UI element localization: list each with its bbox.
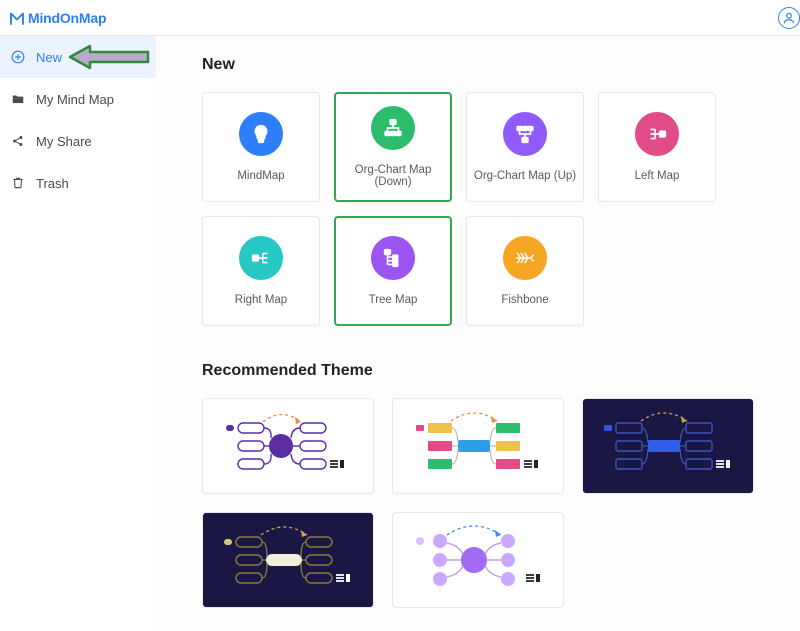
template-label: Left Map <box>635 170 680 182</box>
theme-lilac-light[interactable] <box>392 512 564 608</box>
template-tree-map[interactable]: Tree Map <box>334 216 452 326</box>
theme-preview-icon <box>398 517 558 603</box>
lightbulb-icon <box>239 112 283 156</box>
main-wrap: New My Mind Map My Share Trash <box>0 36 800 631</box>
template-right-map[interactable]: Right Map <box>202 216 320 326</box>
sidebar-item-label: Trash <box>36 176 69 191</box>
tree-map-icon <box>371 236 415 280</box>
profile-avatar[interactable] <box>778 7 800 29</box>
sidebar: New My Mind Map My Share Trash <box>0 36 156 631</box>
plus-circle-icon <box>10 50 26 64</box>
template-label: Fishbone <box>501 294 548 306</box>
left-map-icon <box>635 112 679 156</box>
theme-preview-icon <box>588 403 748 489</box>
user-icon <box>782 11 796 25</box>
theme-preview-icon <box>398 403 558 489</box>
sidebar-item-label: New <box>36 50 62 65</box>
sidebar-item-my-share[interactable]: My Share <box>0 120 156 162</box>
template-label: MindMap <box>237 170 284 182</box>
theme-purple-light[interactable] <box>202 398 374 494</box>
template-left-map[interactable]: Left Map <box>598 92 716 202</box>
theme-preview-icon <box>208 403 368 489</box>
template-mindmap[interactable]: MindMap <box>202 92 320 202</box>
section-title-new: New <box>202 56 800 74</box>
theme-gallery <box>202 398 800 608</box>
fishbone-icon <box>503 236 547 280</box>
template-fishbone[interactable]: Fishbone <box>466 216 584 326</box>
template-label: Tree Map <box>369 294 418 306</box>
sidebar-item-new[interactable]: New <box>0 36 156 78</box>
template-label: Right Map <box>235 294 287 306</box>
theme-navy-dark-2[interactable] <box>202 512 374 608</box>
app-logo[interactable]: MindOnMap <box>8 9 106 27</box>
section-title-theme: Recommended Theme <box>202 362 800 380</box>
logo-mark-icon <box>8 9 26 27</box>
org-down-icon <box>371 106 415 150</box>
folder-icon <box>10 92 26 106</box>
org-up-icon <box>503 112 547 156</box>
trash-icon <box>10 176 26 190</box>
template-org-chart-up[interactable]: Org-Chart Map (Up) <box>466 92 584 202</box>
share-icon <box>10 134 26 148</box>
app-name: MindOnMap <box>28 10 106 26</box>
topbar: MindOnMap <box>0 0 800 36</box>
right-map-icon <box>239 236 283 280</box>
theme-multicolor-light[interactable] <box>392 398 564 494</box>
theme-navy-dark[interactable] <box>582 398 754 494</box>
sidebar-item-label: My Mind Map <box>36 92 114 107</box>
template-cards: MindMap Org-Chart Map (Down) Org-Chart M… <box>202 92 762 326</box>
template-label: Org-Chart Map (Down) <box>336 164 450 188</box>
sidebar-item-label: My Share <box>36 134 92 149</box>
template-org-chart-down[interactable]: Org-Chart Map (Down) <box>334 92 452 202</box>
sidebar-item-trash[interactable]: Trash <box>0 162 156 204</box>
theme-preview-icon <box>208 517 368 603</box>
annotation-arrow-icon <box>68 42 152 72</box>
main-content: New MindMap Org-Chart Map (Down) Org-Cha… <box>156 36 800 631</box>
template-label: Org-Chart Map (Up) <box>474 170 576 182</box>
sidebar-item-my-mind-map[interactable]: My Mind Map <box>0 78 156 120</box>
